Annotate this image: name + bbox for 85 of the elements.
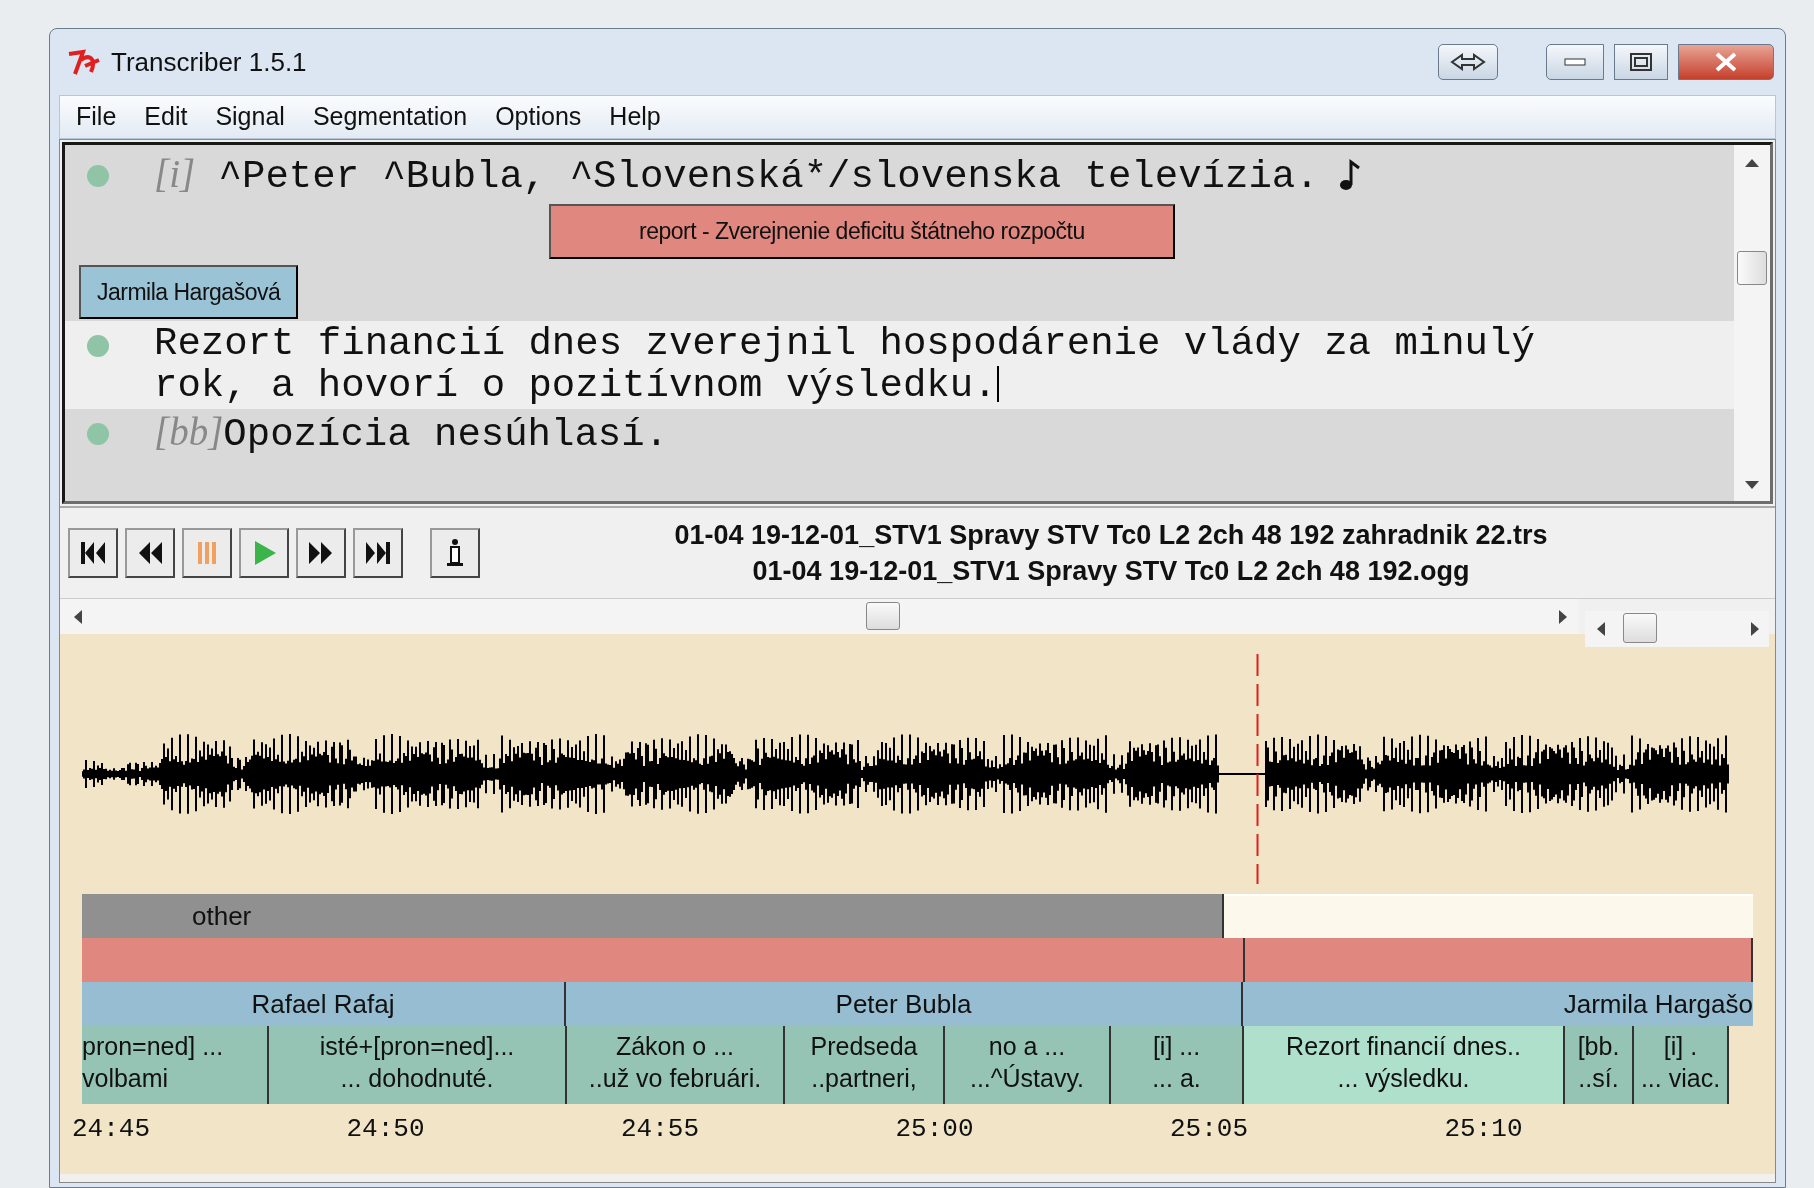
double-arrow-icon — [1450, 53, 1486, 71]
down-arrow-icon — [1745, 481, 1759, 489]
speaker-bar[interactable]: Jarmila Hargašo — [1243, 982, 1753, 1026]
speaker-bar[interactable]: Peter Bubla — [566, 982, 1243, 1026]
transcript-text[interactable]: [i] ^Peter ^Bubla, ^Slovenská*/slovenska televízia. — [154, 153, 1319, 198]
segment-text: ..sí. — [1577, 1063, 1620, 1094]
segment-block[interactable]: Zákon o ... ..už vo februári. — [567, 1026, 785, 1104]
time-label: 24:55 — [621, 1113, 699, 1146]
sync-dot-icon[interactable] — [87, 423, 109, 445]
menu-item[interactable]: Edit — [144, 98, 188, 136]
time-label: 25:00 — [895, 1113, 974, 1146]
segment-block[interactable]: isté+[pron=ned]... ... dohodnuté. — [269, 1026, 567, 1104]
horizontal-scrollbar[interactable] — [60, 599, 1579, 634]
segment-text: no a ... — [987, 1031, 1067, 1062]
topic-bar[interactable]: other — [82, 894, 1224, 938]
left-arrow-icon — [1597, 622, 1605, 636]
segment-text: ..partneri, — [810, 1063, 918, 1094]
sync-dot-icon[interactable] — [87, 335, 109, 357]
scroll-thumb[interactable] — [866, 602, 900, 630]
segment-block[interactable]: Predseda ..partneri, — [785, 1026, 945, 1104]
rewind-button[interactable] — [125, 528, 175, 578]
segment-text: volbami — [82, 1063, 170, 1094]
right-arrow-icon — [1751, 622, 1759, 636]
segment-text: ... viac. — [1639, 1063, 1722, 1094]
segment-block[interactable]: [bb. ..sí. — [1565, 1026, 1634, 1104]
maximize-button[interactable] — [1614, 44, 1668, 80]
segment-text: Zákon o ... — [614, 1031, 736, 1062]
segment-block[interactable]: [i] . ... viac. — [1634, 1026, 1729, 1104]
right-arrow-icon — [1559, 610, 1567, 624]
close-icon — [1715, 52, 1737, 72]
segment-text: pron=ned] ... — [82, 1031, 225, 1062]
resize-button[interactable] — [1438, 44, 1498, 80]
menu-item[interactable]: Help — [609, 98, 661, 136]
feather-logo-icon — [67, 48, 101, 76]
segment-text: Predseda — [809, 1031, 919, 1062]
time-label: 24:45 — [72, 1113, 150, 1146]
slider-thumb[interactable] — [1622, 613, 1657, 643]
window-title: Transcriber 1.5.1 — [111, 45, 307, 79]
up-arrow-icon — [1745, 159, 1759, 167]
restore-icon — [1630, 53, 1652, 71]
segment-text: [i] . — [1662, 1031, 1699, 1062]
last-button[interactable] — [353, 528, 403, 578]
first-button[interactable] — [68, 528, 118, 578]
vertical-scrollbar[interactable] — [1734, 145, 1770, 501]
scroll-thumb[interactable] — [1737, 251, 1767, 285]
menu-item[interactable]: File — [76, 98, 117, 136]
music-note-icon[interactable] — [1338, 159, 1361, 191]
segment-text: [bb. — [1576, 1031, 1621, 1062]
segment-text: [i] ... — [1151, 1031, 1202, 1062]
file-name: 01-04 19-12-01_STV1 Spravy STV Tc0 L2 2ch 48 192 zahradnik 22.trs — [673, 519, 1549, 552]
speaker-button[interactable]: Jarmila Hargašová — [79, 264, 299, 319]
pause-button[interactable] — [182, 528, 232, 578]
menu-item[interactable]: Segmentation — [312, 98, 468, 136]
transcript-text[interactable]: [bb]Opozícia nesúhlasí. — [154, 411, 669, 456]
sync-dot-icon[interactable] — [87, 165, 109, 187]
info-button[interactable] — [430, 528, 480, 578]
close-button[interactable] — [1678, 44, 1774, 80]
segment-text: isté+[pron=ned]... — [318, 1031, 516, 1062]
file-name: 01-04 19-12-01_STV1 Spravy STV Tc0 L2 2ch 48 192.ogg — [751, 555, 1471, 588]
segment-text: ... výsledku. — [1336, 1063, 1471, 1094]
time-label: 25:05 — [1170, 1113, 1248, 1146]
segment-block[interactable]: Rezort financií dnes.. ... výsledku. — [1244, 1026, 1565, 1104]
menu-item[interactable]: Options — [495, 98, 582, 136]
minimize-icon — [1564, 58, 1586, 66]
transcript-line[interactable]: [bb]Opozícia nesúhlasí. — [65, 409, 1734, 458]
section-button[interactable]: report - Zverejnenie deficitu štátneho rozpočtu — [549, 204, 1175, 259]
forward-button[interactable] — [296, 528, 346, 578]
segment-text: ... dohodnuté. — [339, 1063, 495, 1094]
time-label: 25:10 — [1444, 1113, 1523, 1146]
segment-text: Rezort financií dnes.. — [1285, 1031, 1522, 1062]
segment-block[interactable]: pron=ned] ... volbami — [82, 1026, 269, 1104]
left-arrow-icon — [74, 610, 82, 624]
resolution-slider[interactable] — [1585, 611, 1769, 647]
transcript-line[interactable]: [i] ^Peter ^Bubla, ^Slovenská*/slovenska televízia. — [65, 151, 1734, 200]
segment-text: ...^Ústavy. — [968, 1063, 1086, 1094]
play-button[interactable] — [239, 528, 289, 578]
segment-text: ..už vo februári. — [587, 1063, 763, 1094]
time-label: 24:50 — [346, 1113, 425, 1146]
transcript-text[interactable]: Rezort financií dnes zverejnil hospodárenie vlády za minulý rok, a hovorí o pozitívnom výsledku. — [154, 323, 1624, 407]
speaker-bar[interactable]: Rafael Rafaj — [82, 982, 566, 1026]
segment-block[interactable]: [i] ... ... a. — [1111, 1026, 1244, 1104]
menu-item[interactable]: Signal — [215, 98, 285, 136]
minimize-button[interactable] — [1546, 44, 1604, 80]
segment-block[interactable]: no a ... ...^Ústavy. — [945, 1026, 1111, 1104]
segment-text: ... a. — [1151, 1063, 1202, 1094]
